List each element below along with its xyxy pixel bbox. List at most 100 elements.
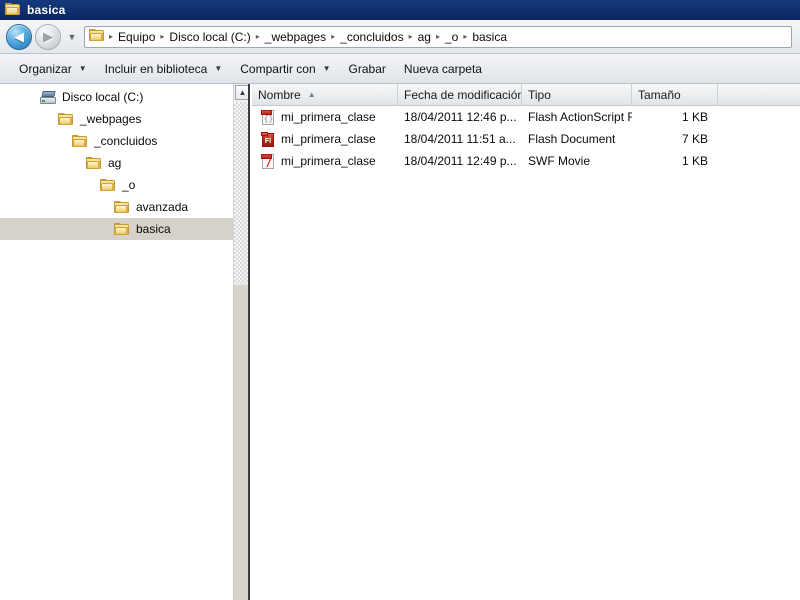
column-header-label: Tipo xyxy=(528,87,551,102)
tree-item-label: _concluidos xyxy=(94,134,158,148)
incluir-en-biblioteca-button[interactable]: Incluir en biblioteca ▼ xyxy=(96,58,232,80)
folder-icon xyxy=(5,3,21,17)
back-button[interactable]: ◀ xyxy=(6,23,32,50)
breadcrumb-item-disco-local[interactable]: Disco local (C:) xyxy=(166,29,253,45)
recent-locations-button[interactable]: ▼ xyxy=(66,27,78,47)
table-row[interactable]: / mi_primera_clase 18/04/2011 12:49 p...… xyxy=(252,150,800,172)
window-title: basica xyxy=(27,3,66,17)
chevron-down-icon: ▼ xyxy=(322,63,331,73)
file-type-cell: SWF Movie xyxy=(528,154,591,168)
compartir-con-label: Compartir con xyxy=(240,61,316,76)
folder-icon xyxy=(100,178,116,192)
tree-item-label: basica xyxy=(136,222,171,236)
breadcrumb-item-ag[interactable]: ag xyxy=(415,29,434,45)
file-type-cell: Flash Document xyxy=(528,132,616,146)
column-header-nombre[interactable]: Nombre ▲ xyxy=(252,84,398,105)
breadcrumb-item-webpages[interactable]: _webpages xyxy=(262,29,329,45)
forward-button[interactable]: ▶ xyxy=(35,23,61,50)
file-size-cell: 7 KB xyxy=(681,132,708,146)
file-name-label: mi_primera_clase xyxy=(281,154,376,168)
organizar-label: Organizar xyxy=(19,61,72,76)
folder-icon xyxy=(114,200,130,214)
column-header-row: Nombre ▲ Fecha de modificación Tipo Tama… xyxy=(252,84,800,106)
chevron-down-icon: ▼ xyxy=(67,31,77,42)
compartir-con-button[interactable]: Compartir con ▼ xyxy=(231,58,339,80)
file-name-cell[interactable]: {} mi_primera_clase xyxy=(252,109,398,125)
tree-scrollbar[interactable]: ▲ xyxy=(233,84,250,285)
pane-splitter[interactable] xyxy=(233,285,250,600)
incluir-en-biblioteca-label: Incluir en biblioteca xyxy=(104,61,208,76)
pane-divider xyxy=(248,84,250,285)
file-name-label: mi_primera_clase xyxy=(281,132,376,146)
file-size-cell: 1 KB xyxy=(681,110,708,124)
nueva-carpeta-button[interactable]: Nueva carpeta xyxy=(395,58,491,80)
file-date-cell: 18/04/2011 12:49 p... xyxy=(404,154,517,168)
file-size-cell: 1 KB xyxy=(681,154,708,168)
tree-item-disco-local[interactable]: Disco local (C:) xyxy=(0,86,233,108)
column-header-label: Nombre xyxy=(258,87,301,102)
file-type-cell: Flash ActionScript File xyxy=(528,110,632,124)
breadcrumb-separator-icon[interactable]: ▸ xyxy=(461,32,469,41)
navigation-bar: ◀ ▶ ▼ ▸ Equipo ▸ Disco local (C:) ▸ _web… xyxy=(0,20,800,54)
grabar-label: Grabar xyxy=(348,61,386,76)
folder-icon xyxy=(89,28,105,45)
tree-item-avanzada[interactable]: avanzada xyxy=(0,196,233,218)
folder-icon xyxy=(114,222,130,236)
breadcrumb-separator-icon[interactable]: ▸ xyxy=(158,32,166,41)
breadcrumb-separator-icon[interactable]: ▸ xyxy=(434,32,442,41)
command-bar: Organizar ▼ Incluir en biblioteca ▼ Comp… xyxy=(0,54,800,84)
breadcrumb-item-concluidos[interactable]: _concluidos xyxy=(337,29,406,45)
tree-item-label: _webpages xyxy=(80,112,142,126)
sort-ascending-icon: ▲ xyxy=(307,89,316,99)
folder-icon xyxy=(58,112,74,126)
tree-item-label: _o xyxy=(122,178,136,192)
file-name-cell[interactable]: Fl mi_primera_clase xyxy=(252,131,398,147)
breadcrumb-separator-icon[interactable]: ▸ xyxy=(329,32,337,41)
triangle-up-icon: ▲ xyxy=(238,87,247,97)
explorer-window: basica ◀ ▶ ▼ ▸ Equipo ▸ Disco local (C:)… xyxy=(0,0,800,600)
pane-divider xyxy=(248,285,250,600)
column-header-tipo[interactable]: Tipo xyxy=(522,84,632,105)
folder-icon xyxy=(72,134,88,148)
breadcrumb-item-basica[interactable]: basica xyxy=(469,29,510,45)
tree-item-label: avanzada xyxy=(136,200,189,214)
column-header-fecha[interactable]: Fecha de modificación xyxy=(398,84,522,105)
tree-item-label: Disco local (C:) xyxy=(62,90,144,104)
column-header-label: Tamaño xyxy=(638,87,681,102)
table-row[interactable]: Fl mi_primera_clase 18/04/2011 11:51 a..… xyxy=(252,128,800,150)
file-name-cell[interactable]: / mi_primera_clase xyxy=(252,153,398,169)
tree-item-o[interactable]: _o xyxy=(0,174,233,196)
column-header-label: Fecha de modificación xyxy=(404,87,522,102)
actionscript-file-icon: {} xyxy=(261,109,275,125)
breadcrumb-separator-icon[interactable]: ▸ xyxy=(407,32,415,41)
file-date-cell: 18/04/2011 12:46 p... xyxy=(404,110,517,124)
title-bar[interactable]: basica xyxy=(0,0,800,20)
breadcrumb-separator-icon[interactable]: ▸ xyxy=(107,32,115,41)
forward-arrow-icon: ▶ xyxy=(43,29,53,44)
grabar-button[interactable]: Grabar xyxy=(340,58,395,80)
organizar-button[interactable]: Organizar ▼ xyxy=(10,58,96,80)
folder-icon xyxy=(86,156,102,170)
table-row[interactable]: {} mi_primera_clase 18/04/2011 12:46 p..… xyxy=(252,106,800,128)
breadcrumb-separator-icon[interactable]: ▸ xyxy=(254,32,262,41)
chevron-down-icon: ▼ xyxy=(214,63,223,73)
tree-item-ag[interactable]: ag xyxy=(0,152,233,174)
breadcrumb-item-equipo[interactable]: Equipo xyxy=(115,29,158,45)
file-name-label: mi_primera_clase xyxy=(281,110,376,124)
address-bar[interactable]: ▸ Equipo ▸ Disco local (C:) ▸ _webpages … xyxy=(84,25,792,48)
tree-item-concluidos[interactable]: _concluidos xyxy=(0,130,233,152)
tree-root: Disco local (C:) _webpages _concluidos a… xyxy=(0,84,233,240)
flash-document-icon: Fl xyxy=(261,131,275,147)
hard-drive-icon xyxy=(40,90,56,104)
file-list-pane: Nombre ▲ Fecha de modificación Tipo Tama… xyxy=(252,84,800,600)
breadcrumb-item-o[interactable]: _o xyxy=(442,29,461,45)
back-arrow-icon: ◀ xyxy=(14,29,24,44)
file-date-cell: 18/04/2011 11:51 a... xyxy=(404,132,516,146)
tree-item-label: ag xyxy=(108,156,122,170)
column-header-filler xyxy=(718,84,800,105)
tree-item-basica[interactable]: basica xyxy=(0,218,233,240)
column-header-tamano[interactable]: Tamaño xyxy=(632,84,718,105)
swf-movie-icon: / xyxy=(261,153,275,169)
tree-item-webpages[interactable]: _webpages xyxy=(0,108,233,130)
file-rows: {} mi_primera_clase 18/04/2011 12:46 p..… xyxy=(252,106,800,172)
